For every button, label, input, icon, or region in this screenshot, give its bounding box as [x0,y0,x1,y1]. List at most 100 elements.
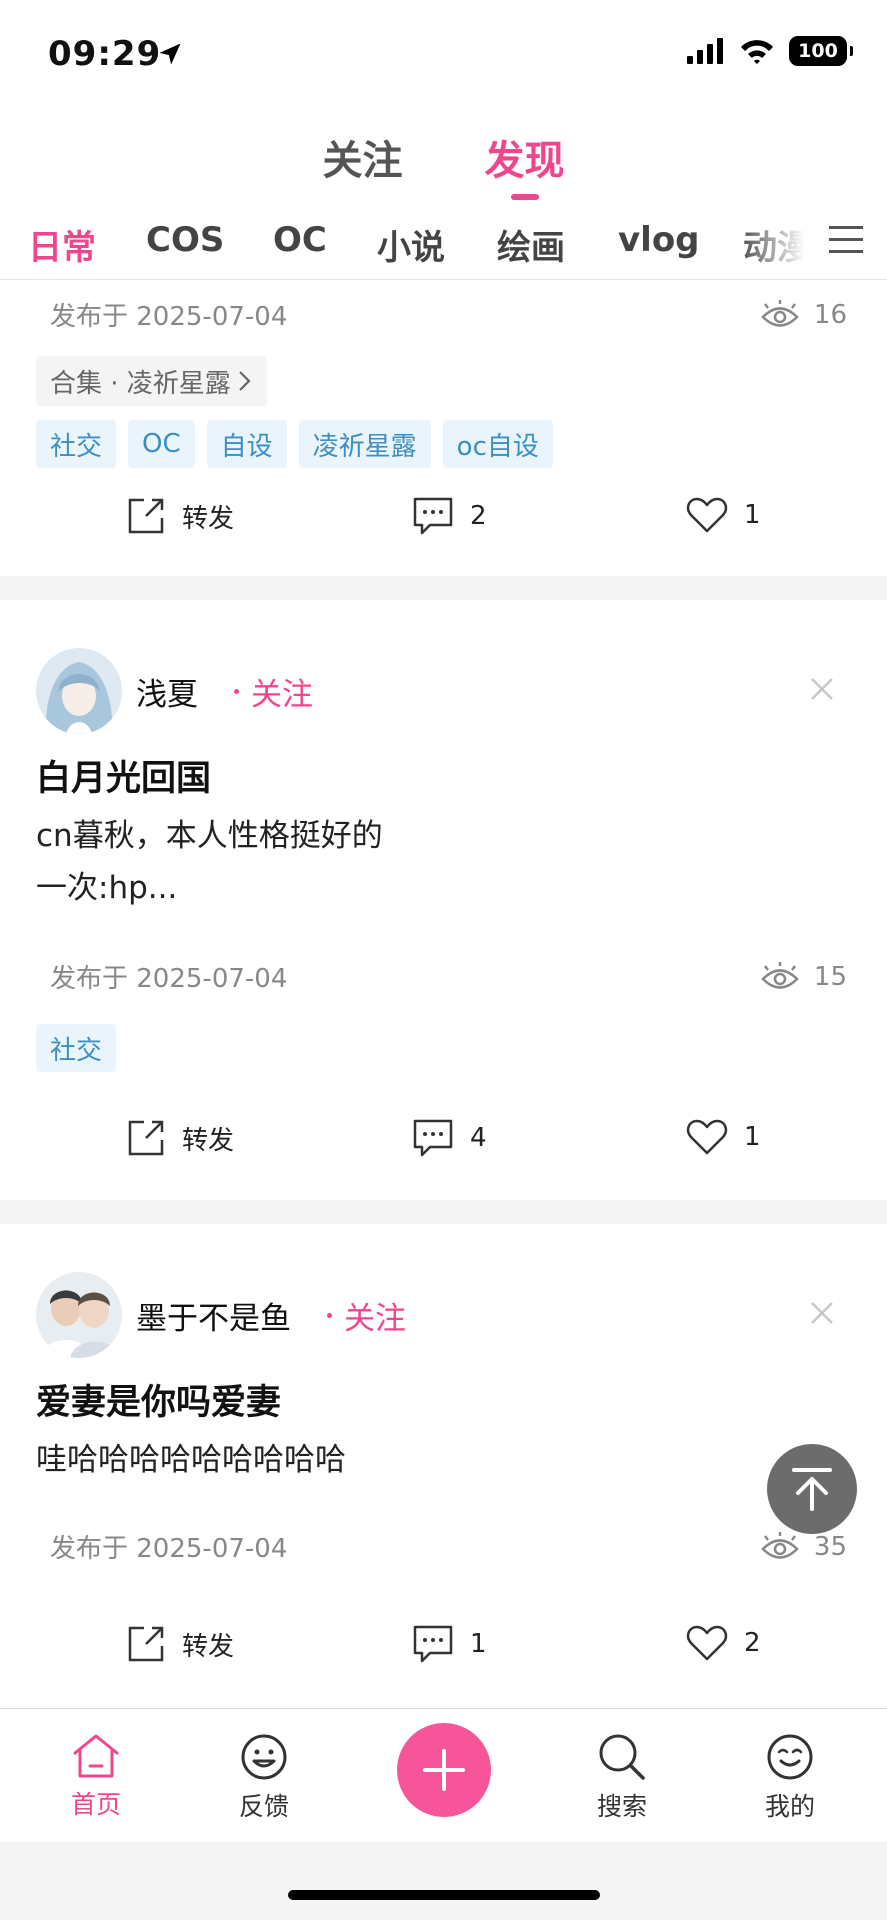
close-icon[interactable] [807,674,837,704]
view-count: 15 [760,961,847,992]
tag[interactable]: 社交 [36,1024,117,1072]
tag-list: 社交 [36,1024,117,1072]
share-label: 转发 [182,1125,235,1156]
comment-button[interactable]: 4 [412,1118,487,1158]
like-count: 1 [744,500,761,530]
comment-count: 4 [470,1123,487,1153]
post-actions: 转发 4 1 [0,1118,887,1178]
view-count: 16 [760,299,847,330]
create-post-button[interactable] [397,1723,491,1817]
comment-icon [413,1119,453,1157]
post-card[interactable]: 发布于 2025-07-04 16 合集 · 凌祈星露 社交 OC 自设 凌祈星… [0,280,887,576]
collection-label: 合集 · 凌祈星露 [50,368,231,399]
share-icon [128,498,164,534]
smile-icon [241,1734,287,1780]
like-count: 1 [744,1122,761,1152]
collection-link[interactable]: 合集 · 凌祈星露 [36,356,267,406]
tag[interactable]: oc自设 [442,420,553,468]
avatar[interactable] [36,648,122,734]
tab-discover[interactable]: 发现 [485,128,565,186]
post-date: 发布于 2025-07-04 [50,302,288,332]
tag-list: 社交 OC 自设 凌祈星露 oc自设 [36,420,553,468]
chevron-right-icon [239,371,251,391]
category-cos[interactable]: COS [146,220,224,260]
like-button[interactable]: 2 [686,1624,761,1662]
share-button[interactable]: 转发 [126,496,234,536]
nav-feedback-label: 反馈 [238,1792,289,1821]
category-vlog[interactable]: vlog [618,220,700,260]
wifi-icon [741,40,773,64]
share-button[interactable]: 转发 [126,1118,234,1158]
home-icon [73,1734,119,1778]
post-body[interactable]: 哇哈哈哈哈哈哈哈哈哈 [36,1434,556,1486]
category-oc[interactable]: OC [273,220,327,260]
follow-label: 关注 [344,1300,406,1337]
post-actions: 转发 2 1 [0,496,887,556]
heart-icon [686,1625,728,1661]
close-icon[interactable] [807,1298,837,1328]
share-button[interactable]: 转发 [126,1624,234,1664]
post-body[interactable]: cn暮秋，本人性格挺好的 一次:hp... [36,810,556,914]
post-body-line: cn暮秋，本人性格挺好的 [36,818,383,854]
status-bar: 09:29 100 [0,0,887,110]
comment-icon [413,497,453,535]
search-icon [599,1734,645,1780]
eye-icon [761,1531,799,1559]
like-button[interactable]: 1 [686,496,761,534]
category-drawing[interactable]: 绘画 [497,220,565,269]
battery-icon: 100 [789,36,853,66]
author-name[interactable]: 墨于不是鱼 [136,1293,291,1338]
tab-following[interactable]: 关注 [323,128,403,186]
post-separator [0,576,887,600]
menu-icon [829,226,863,253]
author-name[interactable]: 浅夏 [136,669,198,714]
view-count: 35 [760,1531,847,1562]
eye-icon [761,299,799,327]
comment-icon [413,1625,453,1663]
like-count: 2 [744,1628,761,1658]
heart-icon [686,497,728,533]
follow-dot [327,1312,332,1318]
category-menu-button[interactable] [827,224,873,268]
follow-button[interactable]: 关注 [234,669,313,714]
follow-label: 关注 [251,676,313,713]
follow-dot [234,688,239,694]
tag[interactable]: 凌祈星露 [298,420,431,468]
post-meta: 发布于 2025-07-04 35 [50,1528,847,1565]
like-button[interactable]: 1 [686,1118,761,1156]
back-to-top-button[interactable] [767,1444,857,1534]
comment-button[interactable]: 2 [412,496,487,536]
post-separator [0,1200,887,1224]
nav-home[interactable]: 首页 [46,1733,146,1821]
avatar[interactable] [36,1272,122,1358]
category-fade [737,214,827,278]
post-card[interactable]: 墨于不是鱼 关注 爱妻是你吗爱妻 哇哈哈哈哈哈哈哈哈哈 发布于 2025-07-… [0,1224,887,1708]
nav-search[interactable]: 搜索 [572,1733,672,1823]
category-novel[interactable]: 小说 [377,220,445,269]
home-indicator[interactable] [288,1890,600,1900]
arrow-up-icon [792,1468,832,1511]
view-count-value: 35 [813,1531,847,1562]
tag[interactable]: 社交 [36,420,117,468]
tag[interactable]: OC [128,420,195,468]
profile-face-icon [767,1734,813,1780]
post-date: 发布于 2025-07-04 [50,964,288,994]
post-meta: 发布于 2025-07-04 15 [50,958,847,995]
post-title[interactable]: 白月光回国 [36,750,211,801]
post-body-line: 哇哈哈哈哈哈哈哈哈哈 [36,1442,346,1478]
post-body-line: 一次:hp... [36,870,178,906]
comment-count: 2 [470,501,487,531]
nav-profile[interactable]: 我的 [740,1733,840,1823]
plus-icon [423,1749,465,1791]
share-label: 转发 [182,503,235,534]
nav-search-label: 搜索 [596,1792,647,1821]
nav-feedback[interactable]: 反馈 [214,1733,314,1823]
post-card[interactable]: 浅夏 关注 白月光回国 cn暮秋，本人性格挺好的 一次:hp... 发布于 20… [0,600,887,1200]
category-daily[interactable]: 日常 [28,220,96,269]
nav-home-label: 首页 [70,1790,121,1819]
post-title[interactable]: 爱妻是你吗爱妻 [36,1374,281,1425]
share-icon [128,1120,164,1156]
follow-button[interactable]: 关注 [327,1293,406,1338]
tag[interactable]: 自设 [206,420,287,468]
comment-button[interactable]: 1 [412,1624,487,1664]
